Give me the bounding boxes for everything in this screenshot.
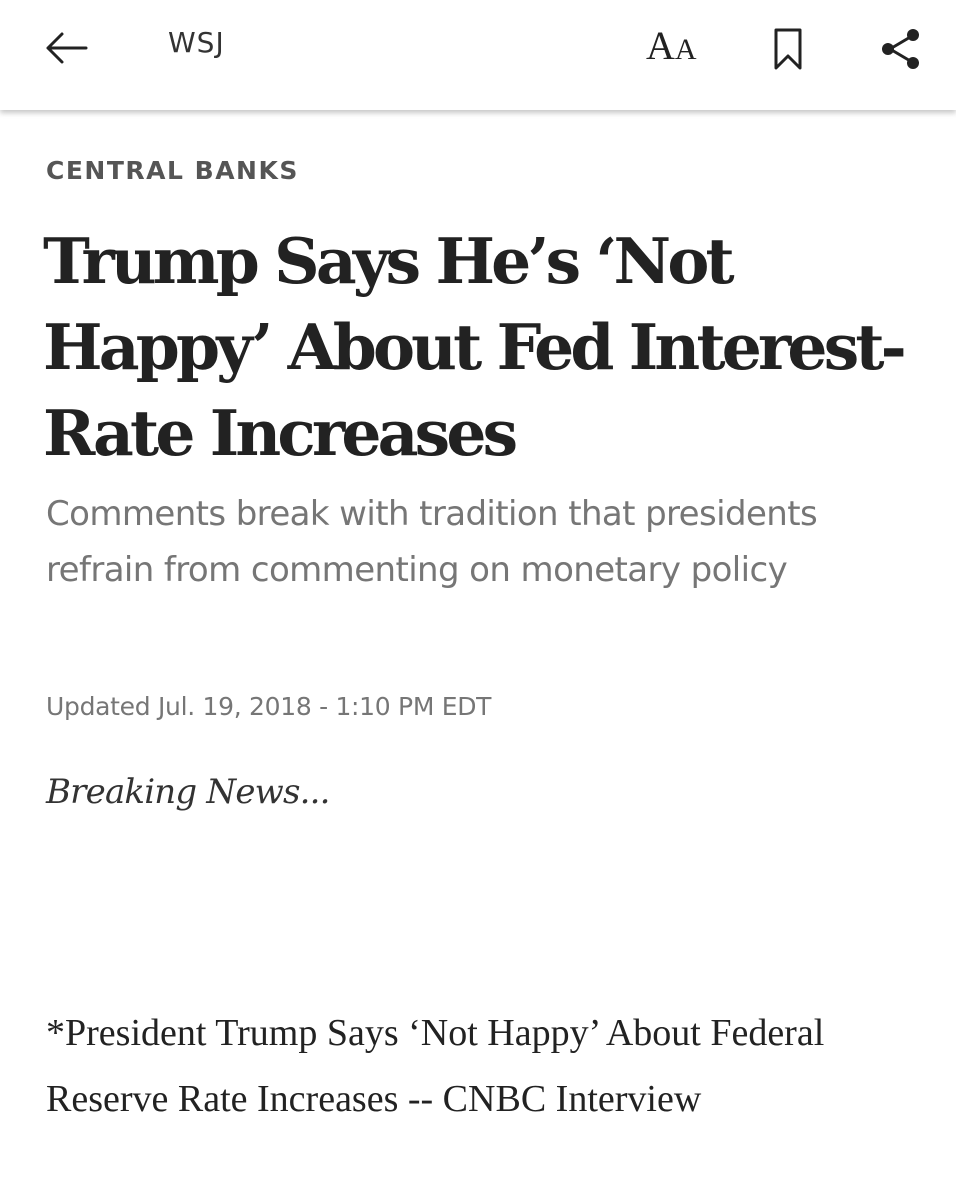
headline: Trump Says He’s ‘Not Happy’ About Fed In… [43, 224, 907, 470]
bookmark-icon [774, 28, 802, 70]
share-button[interactable] [876, 24, 926, 74]
text-size-small-glyph: A [674, 33, 697, 66]
bookmark-button[interactable] [766, 24, 810, 74]
back-button[interactable] [40, 24, 92, 72]
article-body: *President Trump Says ‘Not Happy’ About … [46, 1012, 825, 1120]
text-size-large-glyph: A [646, 23, 675, 68]
brand-logo: WSJ [168, 26, 225, 59]
summary-dek: Comments break with tradition that presi… [46, 494, 818, 590]
arrow-left-icon [46, 32, 88, 64]
breaking-news-label: Breaking News... [46, 772, 330, 812]
timestamp: Updated Jul. 19, 2018 - 1:10 PM EDT [46, 692, 492, 721]
text-size-button[interactable]: AA [646, 22, 710, 74]
share-icon [882, 29, 919, 69]
top-app-bar: WSJ AA [0, 0, 956, 110]
section-label[interactable]: CENTRAL BANKS [46, 156, 299, 185]
